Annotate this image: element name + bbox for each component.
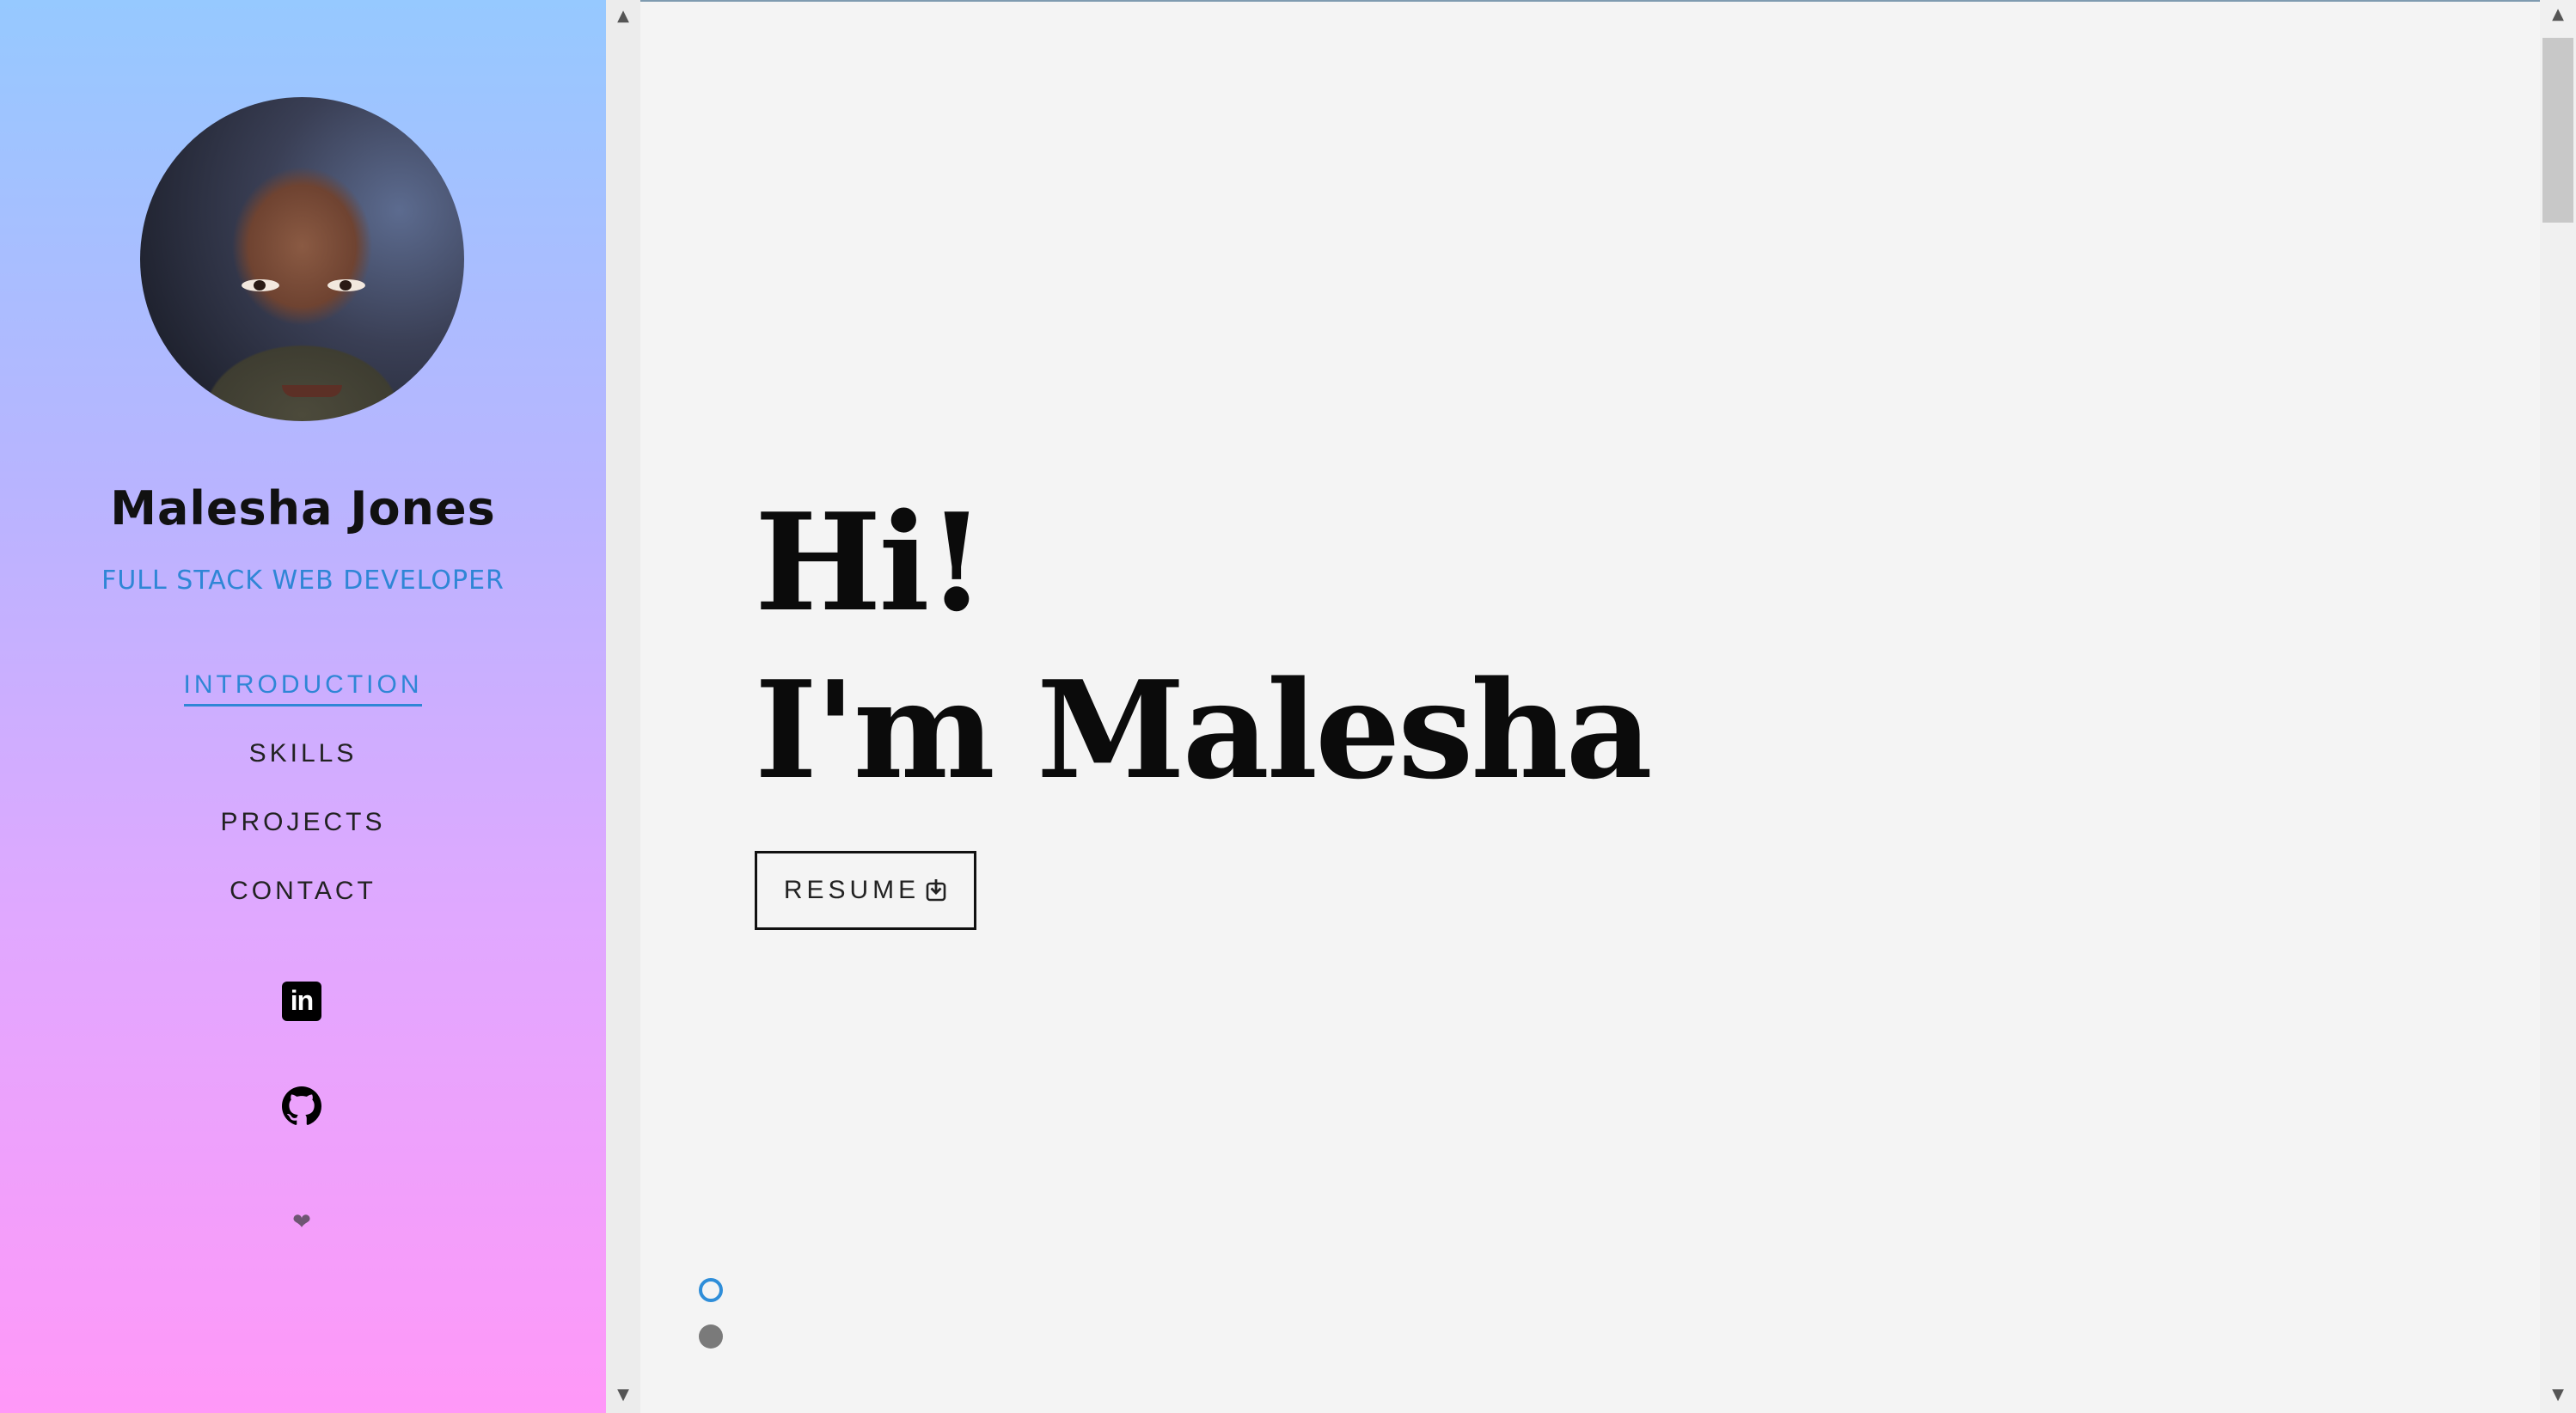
nav-item-label: CONTACT — [229, 877, 376, 905]
avatar — [140, 97, 464, 421]
scroll-up-arrow-icon[interactable]: ▲ — [2545, 5, 2571, 23]
nav-item-label: PROJECTS — [220, 808, 386, 836]
nav-item-contact[interactable]: CONTACT — [229, 872, 376, 940]
greeting-line-1: Hi! — [755, 484, 986, 641]
nav-item-projects[interactable]: PROJECTS — [220, 803, 385, 872]
resume-button[interactable]: RESUME — [755, 851, 976, 930]
download-icon — [926, 879, 946, 902]
pager-dot[interactable] — [699, 1324, 723, 1349]
profile-role: FULL STACK WEB DEVELOPER — [101, 566, 505, 596]
scroll-down-arrow-icon[interactable]: ▼ — [2545, 1385, 2571, 1404]
nav-item-skills[interactable]: SKILLS — [249, 734, 358, 803]
greeting-line-2: I'm Malesha — [755, 651, 1653, 809]
resume-label: RESUME — [783, 876, 921, 904]
github-icon[interactable] — [282, 1086, 321, 1126]
linkedin-icon[interactable]: in — [282, 982, 321, 1021]
hero-heading: Hi! I'm Malesha — [755, 481, 1653, 817]
scroll-up-arrow-icon[interactable]: ▲ — [610, 7, 636, 25]
heart-icon: ❤ — [292, 1209, 311, 1235]
nav-item-label: SKILLS — [248, 739, 358, 768]
nav-item-introduction[interactable]: INTRODUCTION — [183, 665, 423, 734]
profile-name: Malesha Jones — [110, 481, 496, 535]
linkedin-text: in — [290, 985, 314, 1016]
inner-scrollbar[interactable]: ▲ ▼ — [606, 0, 640, 1413]
top-border — [606, 0, 2576, 2]
scrollbar-thumb[interactable] — [2542, 38, 2573, 223]
sidebar-nav: INTRODUCTION SKILLS PROJECTS CONTACT — [0, 665, 606, 940]
pager-dot-active[interactable] — [699, 1278, 723, 1302]
scroll-down-arrow-icon[interactable]: ▼ — [610, 1385, 636, 1404]
sidebar: Malesha Jones FULL STACK WEB DEVELOPER I… — [0, 0, 606, 1413]
nav-item-label: INTRODUCTION — [183, 670, 423, 706]
